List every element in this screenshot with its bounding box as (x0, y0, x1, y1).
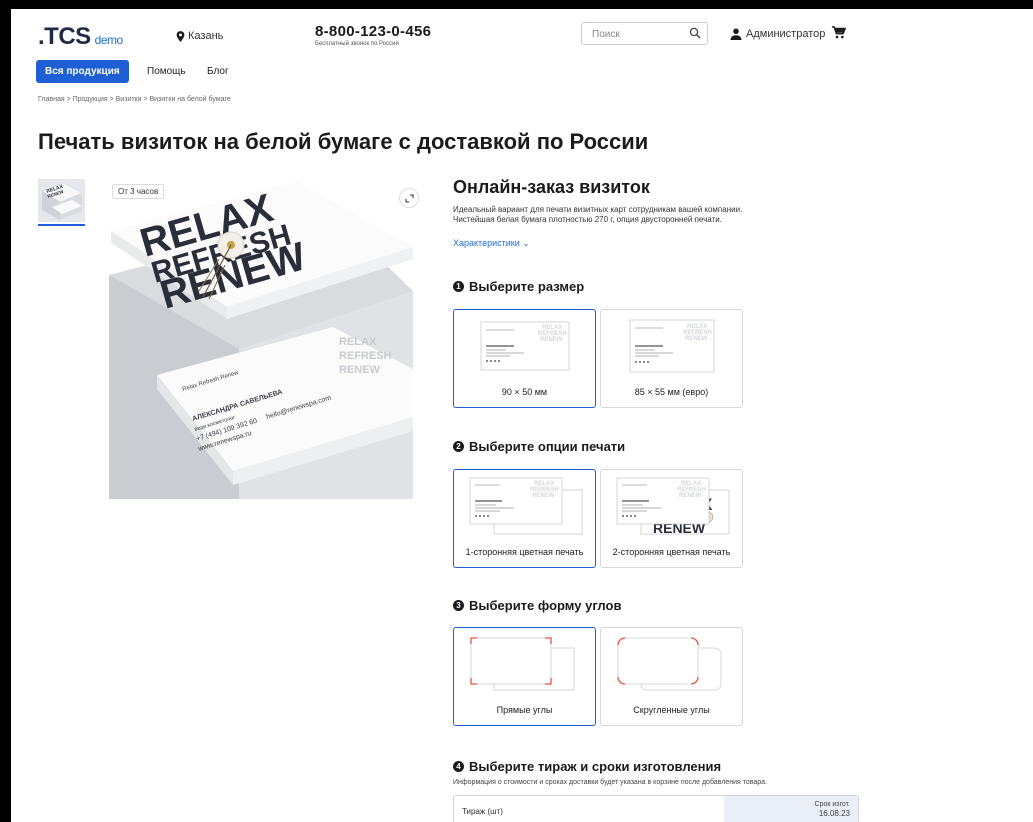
step-quantity-heading: 4 Выберите тираж и сроки изготовления (453, 759, 721, 774)
step-title: Выберите опции печати (469, 439, 626, 454)
size-option-85x55[interactable]: RELAX REFRESH RENEW 85 × 55 мм (евро) (600, 309, 743, 408)
city-label: Казань (188, 30, 224, 42)
rounded-corners-preview (617, 637, 722, 691)
user-icon (730, 28, 742, 40)
product-title: Онлайн-заказ визиток (453, 177, 650, 197)
print-option-two-sided[interactable]: X RENEW RELAX REFRESH RENEW 2-сторонняя … (600, 469, 743, 568)
nav-help[interactable]: Помощь (147, 66, 186, 77)
nav-all-products[interactable]: Вся продукция (36, 60, 129, 83)
breadcrumb[interactable]: Главная > Продукция > Визитки > Визитки … (38, 96, 231, 103)
card-preview-85x55: RELAX REFRESH RENEW (629, 319, 715, 373)
corner-label-rounded: Скругленные углы (633, 705, 710, 715)
nav-blog[interactable]: Блог (207, 66, 229, 77)
print-label-one-sided: 1-сторонняя цветная печать (465, 547, 584, 557)
corner-label-square: Прямые углы (496, 705, 553, 715)
user-name: Администратор (746, 28, 826, 40)
step-title: Выберите тираж и сроки изготовления (469, 759, 722, 774)
thumbnail-active-indicator (38, 224, 85, 226)
city-selector[interactable]: Казань (176, 30, 223, 42)
location-pin-icon (176, 30, 185, 42)
search-icon[interactable] (689, 27, 701, 39)
square-corners-preview (470, 637, 575, 691)
corner-option-square[interactable]: Прямые углы (453, 627, 596, 726)
svg-text:REFRESH: REFRESH (339, 350, 392, 362)
step-size-heading: 1 Выберите размер (453, 279, 584, 294)
corner-option-rounded[interactable]: Скругленные углы (600, 627, 743, 726)
print-label-two-sided: 2-сторонняя цветная печать (612, 547, 731, 557)
svg-text:RENEW: RENEW (685, 336, 708, 342)
print-option-one-sided[interactable]: RELAX REFRESH RENEW 1-сторонняя цветная … (453, 469, 596, 568)
phone-block: 8-800-123-0-456 Бесплатный звонок по Рос… (315, 23, 431, 47)
search-input[interactable] (590, 24, 689, 45)
product-description: Идеальный вариант для печати визитных ка… (453, 205, 743, 224)
svg-text:RENEW: RENEW (339, 364, 381, 376)
gallery-thumbnail[interactable]: RELAX RENEW (38, 179, 85, 222)
step-title: Выберите размер (469, 279, 585, 294)
one-sided-preview: RELAX REFRESH RENEW (469, 477, 583, 535)
phone-note: Бесплатный звонок по России (315, 41, 399, 47)
page-title: Печать визиток на белой бумаге с доставк… (38, 129, 649, 154)
page: .TCS demo Казань 8-800-123-0-456 Бесплатн… (11, 9, 1033, 822)
step-number: 4 (453, 761, 464, 772)
size-label-90x50: 90 × 50 мм (501, 387, 548, 397)
svg-text:RENEW: RENEW (540, 337, 563, 343)
deadline-column-header: Срок изгот. 16.08.23 (724, 796, 858, 822)
production-time-badge: От 3 часов (112, 184, 165, 199)
expand-icon (404, 193, 414, 203)
fullscreen-button[interactable] (399, 188, 419, 208)
step-number: 2 (453, 441, 464, 452)
quantity-table: Тираж (шт) Срок изгот. 16.08.23 (453, 795, 859, 822)
step-number: 3 (453, 600, 464, 611)
phone-number[interactable]: 8-800-123-0-456 (315, 23, 431, 40)
svg-text:RENEW: RENEW (679, 493, 702, 499)
user-menu[interactable]: Администратор (730, 28, 825, 40)
card-preview-90x50: RELAX REFRESH RENEW (480, 321, 570, 371)
step-number: 1 (453, 281, 464, 292)
thumbnail-image: RELAX RENEW (38, 179, 85, 222)
step-title: Выберите форму углов (469, 598, 622, 613)
delivery-note: Информация о стоимости и сроках доставки… (453, 779, 768, 786)
product-main-image[interactable]: RELAX REFRESH RENEW Relax Refresh Renew … (107, 179, 413, 499)
size-label-85x55: 85 × 55 мм (евро) (634, 387, 709, 397)
search-box (581, 22, 708, 45)
step-corners-heading: 3 Выберите форму углов (453, 598, 621, 613)
business-card-mockup: RELAX REFRESH RENEW Relax Refresh Renew … (107, 179, 413, 499)
two-sided-preview: X RENEW RELAX REFRESH RENEW (616, 477, 730, 536)
size-option-90x50[interactable]: RELAX REFRESH RENEW 90 × 50 мм (453, 309, 596, 408)
step-print-heading: 2 Выберите опции печати (453, 439, 625, 454)
quantity-column-header: Тираж (шт) (462, 807, 503, 816)
specs-toggle[interactable]: Характеристики ⌄ (453, 238, 530, 249)
cart-button[interactable] (832, 26, 847, 44)
cart-icon (832, 26, 847, 39)
svg-text:RENEW: RENEW (532, 493, 555, 499)
site-logo[interactable]: .TCS demo (38, 23, 123, 51)
svg-text:RELAX: RELAX (339, 336, 377, 348)
